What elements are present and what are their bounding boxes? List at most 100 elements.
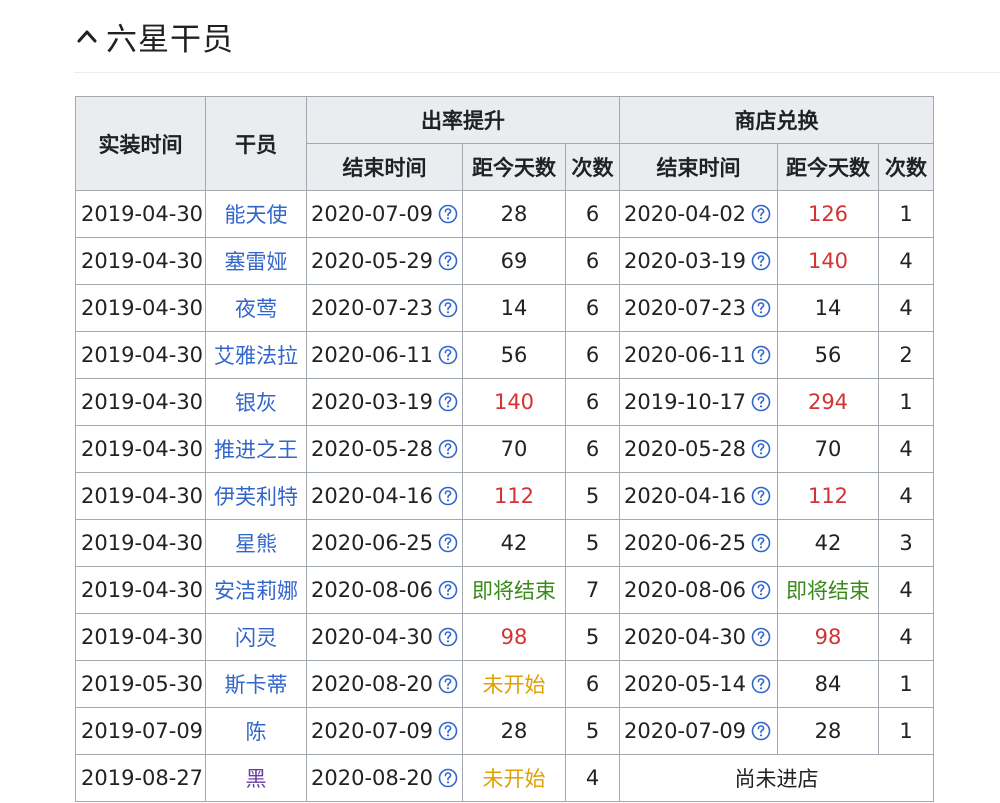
operator-link[interactable]: 斯卡蒂 [205,660,307,708]
rate-end-time-text: 2020-07-09 [311,719,434,743]
shop-count-cell: 4 [878,566,934,614]
rate-end-time-text: 2020-06-25 [311,531,434,555]
rate-count-cell: 5 [565,519,620,567]
release-date-cell: 2019-04-30 [75,284,206,332]
header-operator: 干员 [205,96,307,191]
table-row: 2019-04-30 塞雷娅 2020-05-29 69 6 2020-03-19 140 4 [75,237,934,285]
header-shop-group: 商店兑换 [619,96,934,144]
shop-end-time-cell: 2020-04-30 [619,613,778,661]
rate-end-time-cell: 2020-04-16 [306,472,463,520]
header-shop-count: 次数 [878,143,934,191]
operator-link[interactable]: 黑 [205,754,307,802]
rate-end-time-cell: 2020-03-19 [306,378,463,426]
header-shop-days: 距今天数 [777,143,879,191]
release-date-cell: 2019-08-27 [75,754,206,802]
question-circle-icon[interactable] [438,298,458,318]
table-row: 2019-04-30 夜莺 2020-07-23 14 6 2020-07-23 14 4 [75,284,934,332]
chevron-up-icon[interactable] [74,23,100,49]
rate-end-time-text: 2020-04-16 [311,484,434,508]
shop-end-time-cell: 2020-06-11 [619,331,778,379]
operator-link[interactable]: 艾雅法拉 [205,331,307,379]
shop-days-cell: 28 [777,707,879,755]
question-circle-icon[interactable] [438,392,458,412]
question-circle-icon[interactable] [438,439,458,459]
rate-days-cell: 即将结束 [462,566,566,614]
question-circle-icon[interactable] [438,251,458,271]
shop-end-time-text: 2020-04-16 [624,484,747,508]
shop-end-time-text: 2020-07-09 [624,719,747,743]
operator-link[interactable]: 闪灵 [205,613,307,661]
header-rate-up-group: 出率提升 [306,96,620,144]
shop-end-time-text: 2020-07-23 [624,296,747,320]
question-circle-icon[interactable] [751,298,771,318]
shop-end-time-cell: 2020-04-16 [619,472,778,520]
release-date-cell: 2019-04-30 [75,237,206,285]
question-circle-icon[interactable] [751,439,771,459]
shop-days-cell: 42 [777,519,879,567]
operator-link[interactable]: 能天使 [205,190,307,238]
rate-count-cell: 7 [565,566,620,614]
question-circle-icon[interactable] [751,251,771,271]
rate-days-cell: 42 [462,519,566,567]
rate-end-time-text: 2020-08-20 [311,672,434,696]
rate-end-time-cell: 2020-06-11 [306,331,463,379]
operator-link[interactable]: 伊芙利特 [205,472,307,520]
rate-count-cell: 6 [565,660,620,708]
section-header[interactable]: 六星干员 [74,14,234,58]
shop-days-cell: 140 [777,237,879,285]
rate-count-cell: 6 [565,190,620,238]
question-circle-icon[interactable] [751,721,771,741]
question-circle-icon[interactable] [751,580,771,600]
shop-end-time-text: 2020-08-06 [624,578,747,602]
question-circle-icon[interactable] [751,627,771,647]
shop-days-cell: 294 [777,378,879,426]
operator-link[interactable]: 陈 [205,707,307,755]
operator-link[interactable]: 银灰 [205,378,307,426]
rate-end-time-cell: 2020-06-25 [306,519,463,567]
section-title: 六星干员 [106,21,234,58]
shop-end-time-text: 2020-05-28 [624,437,747,461]
question-circle-icon[interactable] [438,674,458,694]
question-circle-icon[interactable] [438,345,458,365]
operator-link[interactable]: 星熊 [205,519,307,567]
header-rate-days: 距今天数 [462,143,566,191]
table-row: 2019-04-30 闪灵 2020-04-30 98 5 2020-04-30 98 4 [75,613,934,661]
rate-days-cell: 未开始 [462,660,566,708]
operator-table-wrapper: 实装时间 干员 出率提升 商店兑换 结束时间 距今天数 次数 结束时间 距今天数… [75,96,934,802]
question-circle-icon[interactable] [438,204,458,224]
table-row: 2019-04-30 星熊 2020-06-25 42 5 2020-06-25 42 3 [75,519,934,567]
rate-end-time-cell: 2020-05-28 [306,425,463,473]
shop-count-cell: 2 [878,331,934,379]
shop-end-time-text: 2020-06-11 [624,343,747,367]
shop-end-time-cell: 2019-10-17 [619,378,778,426]
shop-end-time-cell: 2020-03-19 [619,237,778,285]
question-circle-icon[interactable] [438,627,458,647]
release-date-cell: 2019-04-30 [75,613,206,661]
rate-end-time-text: 2020-08-06 [311,578,434,602]
shop-end-time-text: 2020-06-25 [624,531,747,555]
rate-count-cell: 5 [565,472,620,520]
question-circle-icon[interactable] [751,345,771,365]
rate-end-time-text: 2020-04-30 [311,625,434,649]
rate-end-time-cell: 2020-07-09 [306,190,463,238]
operator-link[interactable]: 推进之王 [205,425,307,473]
question-circle-icon[interactable] [751,392,771,412]
question-circle-icon[interactable] [438,768,458,788]
question-circle-icon[interactable] [438,486,458,506]
question-circle-icon[interactable] [438,580,458,600]
question-circle-icon[interactable] [438,533,458,553]
operator-link[interactable]: 安洁莉娜 [205,566,307,614]
operator-link[interactable]: 塞雷娅 [205,237,307,285]
table-row: 2019-04-30 银灰 2020-03-19 140 6 2019-10-17 294 1 [75,378,934,426]
operator-link[interactable]: 夜莺 [205,284,307,332]
question-circle-icon[interactable] [751,533,771,553]
shop-end-time-cell: 2020-07-09 [619,707,778,755]
question-circle-icon[interactable] [438,721,458,741]
rate-days-cell: 14 [462,284,566,332]
rate-end-time-cell: 2020-08-06 [306,566,463,614]
question-circle-icon[interactable] [751,486,771,506]
shop-end-time-cell: 2020-05-28 [619,425,778,473]
rate-count-cell: 5 [565,707,620,755]
question-circle-icon[interactable] [751,204,771,224]
question-circle-icon[interactable] [751,674,771,694]
